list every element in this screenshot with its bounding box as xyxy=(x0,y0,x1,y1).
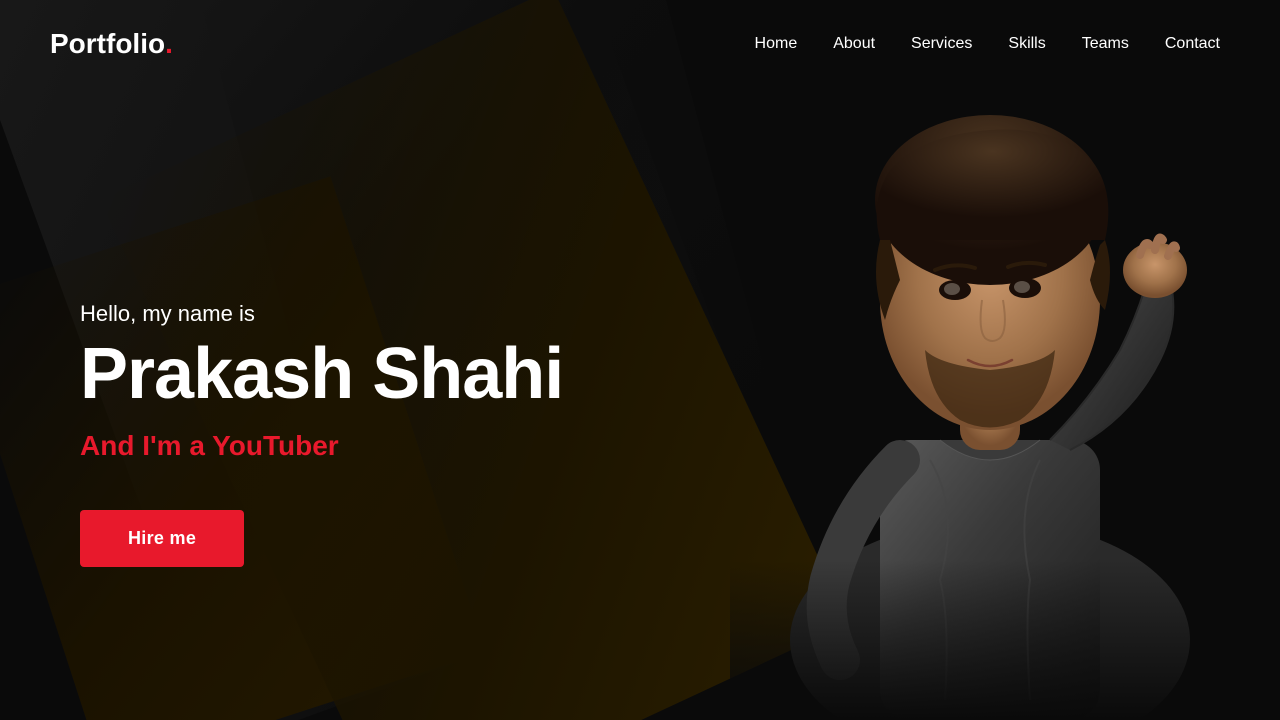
logo: Portfolio. xyxy=(50,28,173,60)
nav-home[interactable]: Home xyxy=(755,35,798,53)
nav-skills[interactable]: Skills xyxy=(1008,35,1045,53)
hero-greeting: Hello, my name is xyxy=(80,301,563,327)
hero-subtitle-highlight: YouTuber xyxy=(212,430,339,461)
header: Portfolio. Home About Services Skills Te… xyxy=(0,0,1280,88)
hero-name: Prakash Shahi xyxy=(80,337,563,413)
nav-contact[interactable]: Contact xyxy=(1165,35,1220,53)
hero-subtitle: And I'm a YouTuber xyxy=(80,430,563,462)
hire-me-button[interactable]: Hire me xyxy=(80,510,244,567)
main-nav: Home About Services Skills Teams Contact xyxy=(755,35,1220,53)
logo-text: Portfolio. xyxy=(50,28,173,59)
nav-services[interactable]: Services xyxy=(911,35,972,53)
nav-about[interactable]: About xyxy=(833,35,875,53)
hero-subtitle-prefix: And I'm a xyxy=(80,430,212,461)
hero-section: Hello, my name is Prakash Shahi And I'm … xyxy=(0,88,1280,720)
hero-image xyxy=(700,40,1280,720)
person-illustration xyxy=(730,60,1250,720)
hero-text: Hello, my name is Prakash Shahi And I'm … xyxy=(80,301,563,568)
nav-teams[interactable]: Teams xyxy=(1082,35,1129,53)
